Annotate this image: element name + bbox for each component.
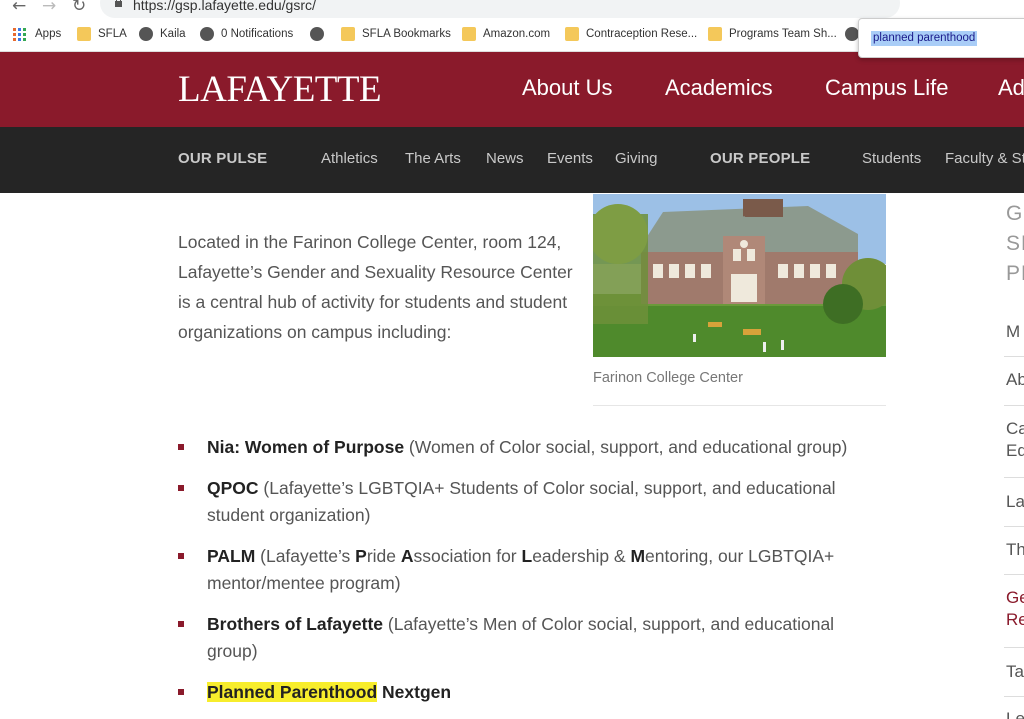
nav-admissions[interactable]: Ad <box>998 75 1024 101</box>
lock-icon <box>115 0 122 7</box>
nav-athletics[interactable]: Athletics <box>321 150 378 167</box>
folder-icon <box>708 27 722 41</box>
url-text[interactable]: https://gsp.lafayette.edu/gsrc/ <box>133 0 316 13</box>
our-people-heading[interactable]: OUR PEOPLE <box>710 150 810 167</box>
nav-academics[interactable]: Academics <box>665 75 773 101</box>
bookmark-label: SFLA <box>98 28 127 40</box>
nav-about-us[interactable]: About Us <box>522 75 613 101</box>
folder-icon <box>77 27 91 41</box>
organizations-list: Nia: Women of Purpose (Women of Color so… <box>178 434 878 719</box>
bookmark-label: 0 Notifications <box>221 28 294 40</box>
browser-toolbar: ← → ↻ https://gsp.lafayette.edu/gsrc/ <box>0 0 1024 19</box>
sidebar-item[interactable]: Ta <box>1006 661 1024 683</box>
sidebar-divider <box>1004 526 1024 527</box>
bookmark-label: Programs Team Sh... <box>729 28 837 40</box>
sidebar-item[interactable]: Ca Ed <box>1006 418 1024 462</box>
bookmark-contraception[interactable]: Contraception Rese... <box>565 26 697 42</box>
nav-students[interactable]: Students <box>862 150 921 167</box>
org-name: QPOC <box>207 478 259 498</box>
find-input[interactable]: planned parenthood <box>871 31 978 46</box>
sidebar-divider <box>1004 356 1024 357</box>
bookmark-notifications[interactable]: 0 Notifications <box>200 26 293 42</box>
acronym-letter: L <box>521 546 533 566</box>
sidebar-item[interactable]: Le <box>1006 708 1024 719</box>
caption-divider <box>593 405 886 406</box>
org-name: PALM <box>207 546 256 566</box>
sidebar-divider <box>1004 574 1024 575</box>
list-item: Brothers of Lafayette (Lafayette’s Men o… <box>178 611 878 665</box>
folder-icon <box>462 27 476 41</box>
sidebar-item[interactable]: Th <box>1006 539 1024 561</box>
bookmark-sfla-bookmarks[interactable]: SFLA Bookmarks <box>341 26 451 42</box>
find-bar: planned parenthood <box>858 18 1024 58</box>
org-description: eadership & <box>532 546 631 566</box>
intro-paragraph: Located in the Farinon College Center, r… <box>178 232 573 342</box>
sidebar-item[interactable]: La <box>1006 491 1024 513</box>
nav-events[interactable]: Events <box>547 150 593 167</box>
org-description: ride <box>366 546 401 566</box>
sidebar-item-active[interactable]: Ge Re <box>1006 587 1024 631</box>
list-item: Planned Parenthood Nextgen <box>178 679 878 706</box>
org-name: Brothers of Lafayette <box>207 614 384 634</box>
bookmark-kaila[interactable]: Kaila <box>139 26 186 42</box>
org-description: ssociation for <box>413 546 522 566</box>
site-logo[interactable]: LAFAYETTE <box>178 68 382 111</box>
bookmark-sfla[interactable]: SFLA <box>77 26 127 42</box>
nav-campus-life[interactable]: Campus Life <box>825 75 949 101</box>
bookmark-label: Kaila <box>160 28 186 40</box>
apps-icon <box>13 27 26 41</box>
bookmark-apps[interactable]: Apps <box>13 26 61 42</box>
sidebar-divider <box>1004 647 1024 648</box>
nav-giving[interactable]: Giving <box>615 150 658 167</box>
nav-the-arts[interactable]: The Arts <box>405 150 461 167</box>
bookmark-label: SFLA Bookmarks <box>362 28 451 40</box>
photo-caption: Farinon College Center <box>593 370 743 386</box>
list-item: PALM (Lafayette’s Pride Association for … <box>178 543 878 597</box>
forward-arrow-icon[interactable]: → <box>42 0 56 16</box>
org-name: Nia: Women of Purpose <box>207 437 405 457</box>
org-description: (Lafayette’s <box>255 546 356 566</box>
org-name: Nextgen <box>377 682 452 702</box>
globe-icon <box>845 27 859 41</box>
folder-icon <box>565 27 579 41</box>
sidebar-heading: G SE PF <box>1006 199 1024 289</box>
bookmark-programs-team[interactable]: Programs Team Sh... <box>708 26 837 42</box>
list-item: Nia: Women of Purpose (Women of Color so… <box>178 434 878 461</box>
org-description: (Women of Color social, support, and edu… <box>404 437 848 457</box>
acronym-letter: P <box>355 546 367 566</box>
nav-faculty-staff[interactable]: Faculty & St <box>945 150 1024 167</box>
secondary-nav: OUR PULSE Athletics The Arts News Events… <box>0 127 1024 193</box>
globe-icon <box>139 27 153 41</box>
acronym-letter: A <box>400 546 414 566</box>
globe-icon <box>200 27 214 41</box>
sidebar-divider <box>1004 477 1024 478</box>
sidebar-heading-line: G <box>1006 202 1024 225</box>
bookmark-globe[interactable] <box>310 26 331 42</box>
bookmark-label: Apps <box>35 28 62 40</box>
reload-icon[interactable]: ↻ <box>72 0 86 16</box>
farinon-college-center-photo <box>593 194 886 357</box>
sidebar-divider <box>1004 405 1024 406</box>
bookmark-amazon[interactable]: Amazon.com <box>462 26 550 42</box>
nav-news[interactable]: News <box>486 150 524 167</box>
site-header: LAFAYETTE About Us Academics Campus Life… <box>0 52 1024 127</box>
bookmark-label: Contraception Rese... <box>586 28 698 40</box>
org-description: (Lafayette’s LGBTQIA+ Students of Color … <box>207 478 836 525</box>
our-pulse-heading[interactable]: OUR PULSE <box>178 150 267 167</box>
acronym-letter: M <box>630 546 646 566</box>
bookmark-label: Amazon.com <box>483 28 551 40</box>
back-arrow-icon[interactable]: ← <box>12 0 26 16</box>
sidebar-divider <box>1004 696 1024 697</box>
globe-icon <box>310 27 324 41</box>
sidebar-heading-line: PF <box>1006 262 1024 285</box>
folder-icon <box>341 27 355 41</box>
sidebar-item[interactable]: Ab <box>1006 369 1024 391</box>
sidebar-heading-line: SE <box>1006 232 1024 255</box>
sidebar-item[interactable]: M <box>1006 321 1024 343</box>
find-highlight: Planned Parenthood <box>207 682 378 702</box>
list-item: QPOC (Lafayette’s LGBTQIA+ Students of C… <box>178 475 878 529</box>
